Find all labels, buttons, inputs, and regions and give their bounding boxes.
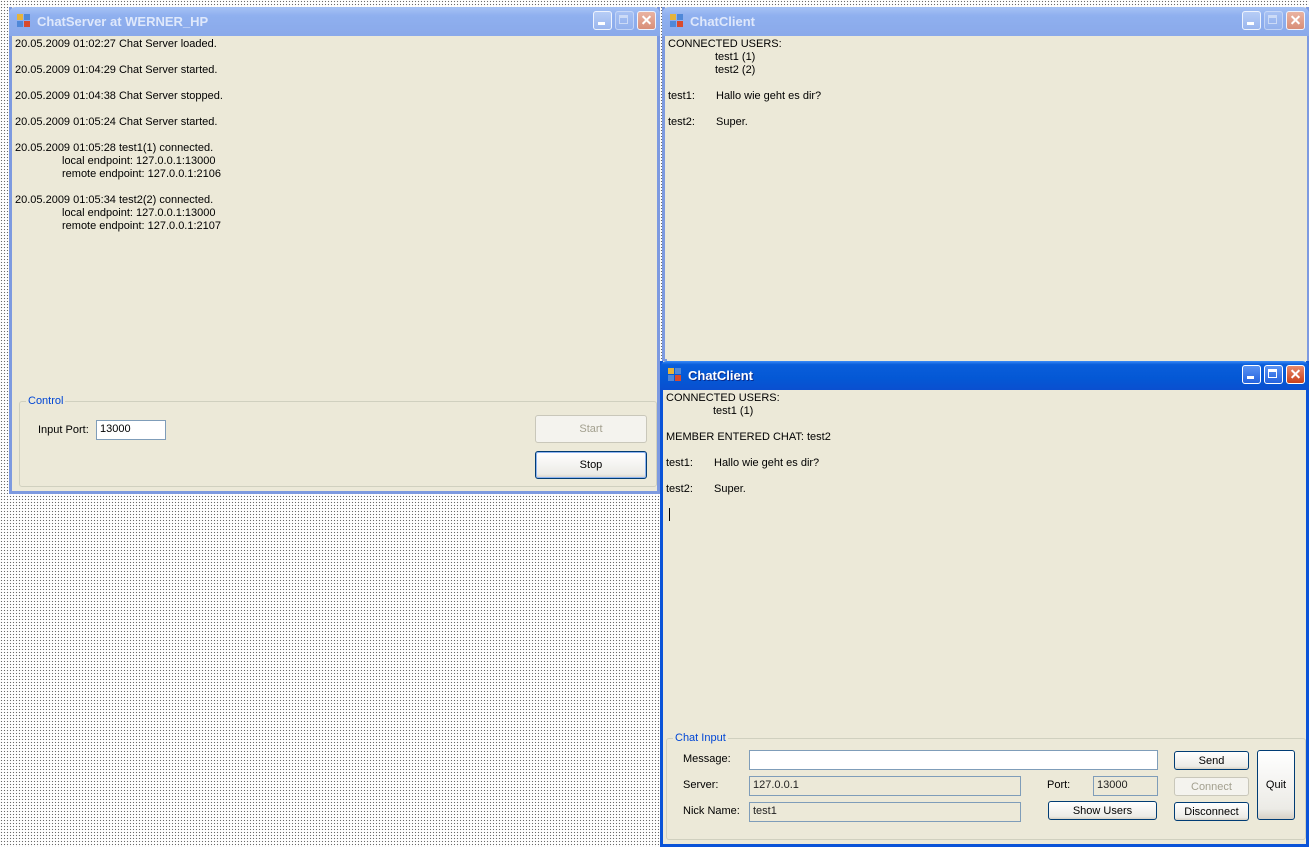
chat-line: test1 (1) (715, 51, 756, 63)
disconnect-button[interactable]: Disconnect (1174, 802, 1249, 821)
chat-client-window-back[interactable]: ChatClient CONNECTED USERS: test1 (1) te… (662, 7, 1309, 362)
stop-button[interactable]: Stop (535, 451, 647, 479)
log-line: 20.05.2009 01:04:38 Chat Server stopped. (15, 90, 223, 102)
close-icon (638, 12, 655, 29)
maximize-icon (616, 12, 633, 29)
show-users-button[interactable]: Show Users (1048, 801, 1157, 820)
title-bar[interactable]: ChatServer at WERNER_HP (9, 7, 660, 36)
chat-line: Hallo wie geht es dir? (716, 90, 822, 102)
log-line: 20.05.2009 01:05:28 test1(1) connected. (15, 142, 214, 154)
chat-line: test1: (668, 90, 695, 102)
chat-history[interactable]: CONNECTED USERS: test1 (1) MEMBER ENTERE… (665, 390, 1306, 726)
minimize-icon (1243, 12, 1260, 29)
close-button[interactable] (1286, 11, 1305, 30)
window-title: ChatServer at WERNER_HP (37, 14, 209, 29)
minimize-icon (1243, 366, 1260, 383)
window-title: ChatClient (688, 368, 753, 383)
maximize-button[interactable] (1264, 365, 1283, 384)
chat-input-legend: Chat Input (673, 732, 728, 744)
start-button[interactable]: Start (535, 415, 647, 443)
message-label: Message: (683, 753, 731, 765)
minimize-icon (594, 12, 611, 29)
maximize-icon (1265, 366, 1282, 383)
app-window-icon (17, 14, 30, 27)
chat-server-window[interactable]: ChatServer at WERNER_HP 20.05.2009 01:02… (9, 7, 660, 494)
nick-name-field[interactable]: test1 (749, 802, 1021, 822)
minimize-button[interactable] (1242, 11, 1261, 30)
port-field[interactable]: 13000 (1093, 776, 1158, 796)
close-button[interactable] (1286, 365, 1305, 384)
server-label: Server: (683, 779, 719, 791)
chat-line: CONNECTED USERS: (666, 392, 780, 404)
control-legend: Control (26, 395, 66, 407)
chat-line: test1: (666, 457, 693, 469)
log-line: 20.05.2009 01:04:29 Chat Server started. (15, 64, 218, 76)
control-group: Control Input Port: 13000 Start Stop (19, 395, 657, 487)
server-field[interactable]: 127.0.0.1 (749, 776, 1021, 796)
nick-name-label: Nick Name: (683, 805, 740, 817)
log-line: local endpoint: 127.0.0.1:13000 (62, 155, 216, 167)
title-bar[interactable]: ChatClient (662, 7, 1309, 36)
close-icon (1287, 366, 1304, 383)
input-port-label: Input Port: (38, 424, 89, 436)
minimize-button[interactable] (1242, 365, 1261, 384)
log-line: 20.05.2009 01:05:34 test2(2) connected. (15, 194, 214, 206)
chat-history[interactable]: CONNECTED USERS: test1 (1) test2 (2) tes… (667, 36, 1307, 362)
log-line: remote endpoint: 127.0.0.1:2107 (62, 220, 222, 232)
chat-line: Super. (716, 116, 748, 128)
port-label: Port: (1047, 779, 1071, 791)
chat-line: test2: (666, 483, 693, 495)
chat-line: CONNECTED USERS: (668, 38, 782, 50)
chat-line: Super. (714, 483, 746, 495)
maximize-button[interactable] (615, 11, 634, 30)
connect-button[interactable]: Connect (1174, 777, 1249, 796)
chat-line: Hallo wie geht es dir? (714, 457, 820, 469)
chat-line: test2: (668, 116, 695, 128)
close-button[interactable] (637, 11, 656, 30)
chat-line: MEMBER ENTERED CHAT: test2 (666, 431, 831, 443)
chat-input-group: Chat Input Message: Server: 127.0.0.1 Po… (666, 732, 1306, 840)
close-icon (1287, 12, 1304, 29)
message-input[interactable] (749, 750, 1158, 770)
chat-line: test2 (2) (715, 64, 756, 76)
input-port-field[interactable]: 13000 (96, 420, 166, 440)
log-line: local endpoint: 127.0.0.1:13000 (62, 207, 216, 219)
maximize-icon (1265, 12, 1282, 29)
window-title: ChatClient (690, 14, 755, 29)
log-line: remote endpoint: 127.0.0.1:2106 (62, 168, 222, 180)
minimize-button[interactable] (593, 11, 612, 30)
log-line: 20.05.2009 01:02:27 Chat Server loaded. (15, 38, 217, 50)
chat-client-window-front[interactable]: ChatClient CONNECTED USERS: test1 (1) ME… (660, 361, 1309, 847)
server-log[interactable]: 20.05.2009 01:02:27 Chat Server loaded. … (14, 36, 655, 388)
maximize-button[interactable] (1264, 11, 1283, 30)
app-window-icon (668, 368, 681, 381)
log-line: 20.05.2009 01:05:24 Chat Server started. (15, 116, 218, 128)
title-bar[interactable]: ChatClient (660, 361, 1309, 390)
quit-button[interactable]: Quit (1257, 750, 1295, 820)
chat-line: test1 (1) (713, 405, 754, 417)
app-window-icon (670, 14, 683, 27)
text-cursor (669, 508, 670, 521)
send-button[interactable]: Send (1174, 751, 1249, 770)
